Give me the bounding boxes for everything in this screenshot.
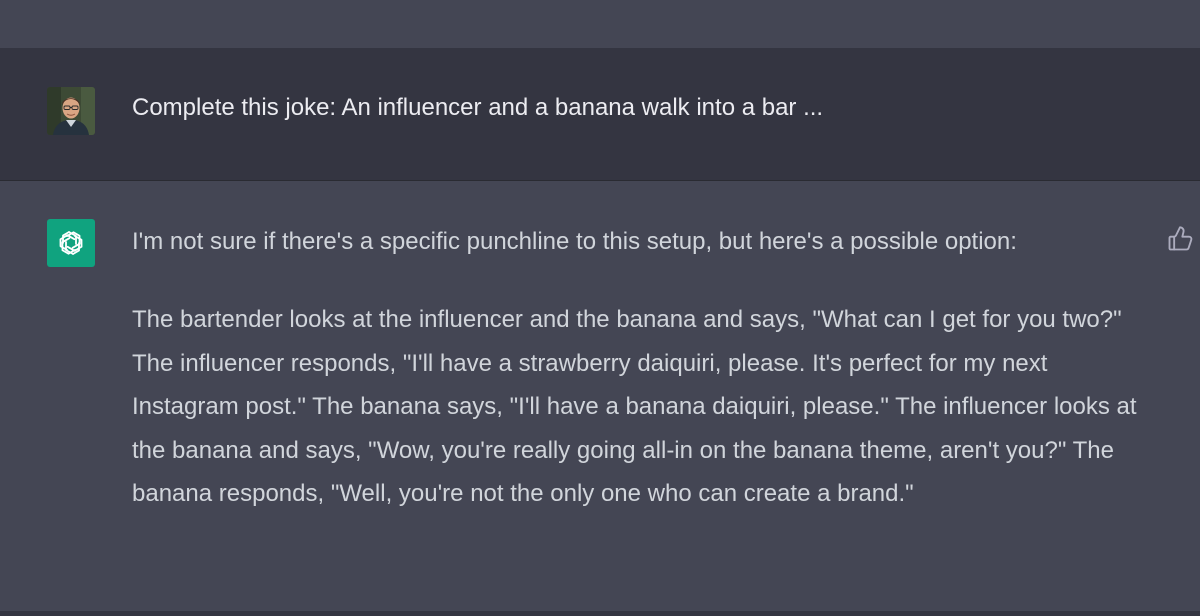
thumbs-up-icon[interactable] — [1166, 225, 1194, 253]
user-message-text: Complete this joke: An influencer and a … — [132, 94, 824, 121]
assistant-joke-text: The bartender looks at the influencer an… — [132, 306, 1137, 508]
assistant-intro-text: I'm not sure if there's a specific punch… — [132, 228, 1017, 255]
openai-logo-icon — [47, 219, 95, 267]
assistant-message-row: I'm not sure if there's a specific punch… — [0, 181, 1200, 612]
top-strip — [0, 0, 1200, 48]
bottom-divider — [0, 611, 1200, 616]
user-avatar — [47, 87, 95, 135]
user-message-row: Complete this joke: An influencer and a … — [0, 48, 1200, 181]
